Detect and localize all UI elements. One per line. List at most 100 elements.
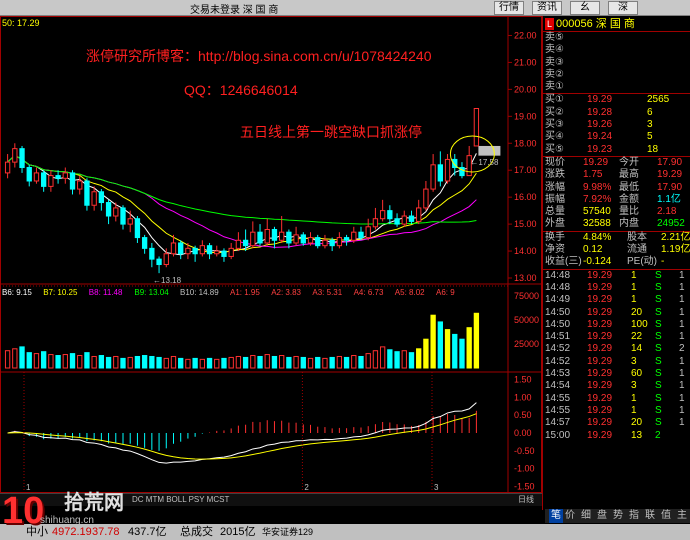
- tick-time: 14:53: [545, 368, 571, 380]
- tick-row: 14:55 19.29 1 S 1: [543, 405, 690, 417]
- tick-count: 1: [679, 380, 685, 392]
- panel-tab-2[interactable]: 细: [581, 509, 591, 523]
- fund-label: PE(动): [627, 256, 657, 268]
- price-axis-label: 13.00: [514, 273, 537, 283]
- quote-value: 19.29: [583, 156, 609, 168]
- low-price-label: ←13.18: [153, 276, 182, 285]
- volume-bar: [48, 354, 54, 369]
- volume-bar: [408, 352, 415, 369]
- candle-body: [127, 218, 133, 225]
- fundamental-row: 净资 0.12 流通 1.19亿: [543, 244, 690, 256]
- quote-row: 总量 57540 量比 2.18: [543, 206, 690, 218]
- volume-bar: [329, 356, 335, 369]
- panel-tab-bar[interactable]: 笔价细盘势指联值主: [545, 509, 690, 523]
- volume-bar: [41, 351, 47, 369]
- quote-label: 外盘: [545, 218, 565, 230]
- candle-body: [394, 218, 400, 225]
- tick-list[interactable]: 14:48 19.29 1 S 1 14:48 19.29 1 S 1 14:49 19.29 1 S 1 1…: [543, 270, 690, 442]
- tick-vol: 100: [631, 318, 648, 330]
- volume-bar: [365, 353, 371, 369]
- tick-row: 14:51 19.29 22 S 1: [543, 331, 690, 343]
- panel-tab-4[interactable]: 势: [613, 509, 623, 523]
- volume-bar: [77, 355, 83, 369]
- buy-vol: 6: [647, 106, 653, 118]
- tick-price: 19.29: [587, 404, 613, 416]
- ma60-line: [7, 154, 477, 225]
- panel-tab-7[interactable]: 值: [661, 509, 671, 523]
- price-axis-label: 15.00: [514, 219, 537, 229]
- candle-body: [221, 250, 227, 257]
- volume-bar: [98, 355, 105, 369]
- news-menu-button[interactable]: 资讯: [532, 1, 562, 15]
- panel-tab-3[interactable]: 盘: [597, 509, 607, 523]
- daily-period-tab[interactable]: 日线: [518, 494, 534, 506]
- menu-button-3[interactable]: 幺: [570, 1, 600, 15]
- volume-bar: [293, 355, 299, 369]
- tick-vol: 1: [631, 281, 637, 293]
- quote-label: 内盘: [619, 218, 639, 230]
- volume-bar: [271, 355, 278, 369]
- tick-row: 14:52 19.29 14 S 2: [543, 343, 690, 355]
- candle-body: [257, 231, 263, 244]
- panel-tab-1[interactable]: 价: [565, 509, 575, 523]
- fund-value: -: [661, 256, 665, 268]
- broker-name: 华安证券129: [262, 527, 314, 537]
- volume-bar: [141, 355, 148, 369]
- buy-level-2: 买② 19.28 6: [543, 107, 690, 119]
- candle-body: [12, 148, 18, 163]
- price-axis-label: 14.00: [514, 246, 537, 256]
- candle-body: [315, 237, 321, 247]
- buy-vol: 18: [647, 143, 659, 155]
- panel-tab-8[interactable]: 主: [677, 509, 687, 523]
- candle-body: [293, 234, 299, 244]
- buy-price: 19.29: [587, 94, 613, 106]
- volume-axis-label: 75000: [514, 291, 539, 301]
- volume-bar: [307, 357, 314, 369]
- candle-body: [141, 237, 148, 249]
- ma-legend-item: A5: 8.02: [395, 288, 425, 297]
- volume-bar: [343, 356, 350, 369]
- fund-value: 0.12: [583, 244, 603, 256]
- tick-time: 14:54: [545, 380, 571, 392]
- candle-body: [423, 188, 429, 209]
- panel-tab-6[interactable]: 联: [645, 509, 655, 523]
- panel-tab-5[interactable]: 指: [629, 509, 639, 523]
- volume-bar: [257, 355, 263, 369]
- stock-header: L 000056 深 国 商: [543, 16, 690, 32]
- fund-value: 4.84%: [583, 231, 612, 243]
- volume-bar: [242, 356, 249, 369]
- volume-bar: [336, 355, 343, 369]
- quote-value: 19.29: [657, 169, 683, 181]
- panel-tab-0[interactable]: 笔: [549, 509, 563, 523]
- stock-code: 000056: [556, 18, 593, 30]
- candle-body: [358, 231, 364, 239]
- price-axis-label: 19.00: [514, 111, 537, 121]
- tick-price: 19.29: [587, 281, 613, 293]
- tick-price: 19.29: [587, 392, 613, 404]
- tick-row: 14:54 19.29 3 S 1: [543, 380, 690, 392]
- sell-label: 卖⑤: [545, 32, 564, 43]
- candle-body: [372, 218, 379, 228]
- tick-count: 1: [679, 404, 685, 416]
- macd-axis-label: -0.50: [514, 446, 535, 456]
- quote-row: 振幅 7.92% 金额 1.1亿: [543, 194, 690, 206]
- macd-axis-label: 1.50: [514, 375, 532, 385]
- tick-time: 14:49: [545, 294, 571, 306]
- candle-body: [365, 226, 371, 239]
- tick-count: 2: [679, 343, 685, 355]
- tick-count: 1: [679, 294, 685, 306]
- volume-bar: [69, 353, 76, 369]
- volume-bar: [387, 349, 393, 369]
- volume-bar: [394, 351, 400, 369]
- quote-label: 量比: [619, 206, 639, 218]
- quote-value: 32588: [583, 218, 611, 230]
- quote-menu-button[interactable]: 行情: [494, 1, 524, 15]
- menu-button-4[interactable]: 深: [608, 1, 638, 15]
- tick-row: 14:55 19.29 1 S 1: [543, 393, 690, 405]
- tick-time: 15:00: [545, 429, 571, 441]
- indicator-tabs[interactable]: DC MTM BOLL PSY MCST: [132, 495, 229, 504]
- candle-body: [105, 202, 112, 217]
- quote-value: 7.92%: [583, 193, 612, 205]
- candle-body: [271, 228, 278, 241]
- tick-time: 14:55: [545, 404, 571, 416]
